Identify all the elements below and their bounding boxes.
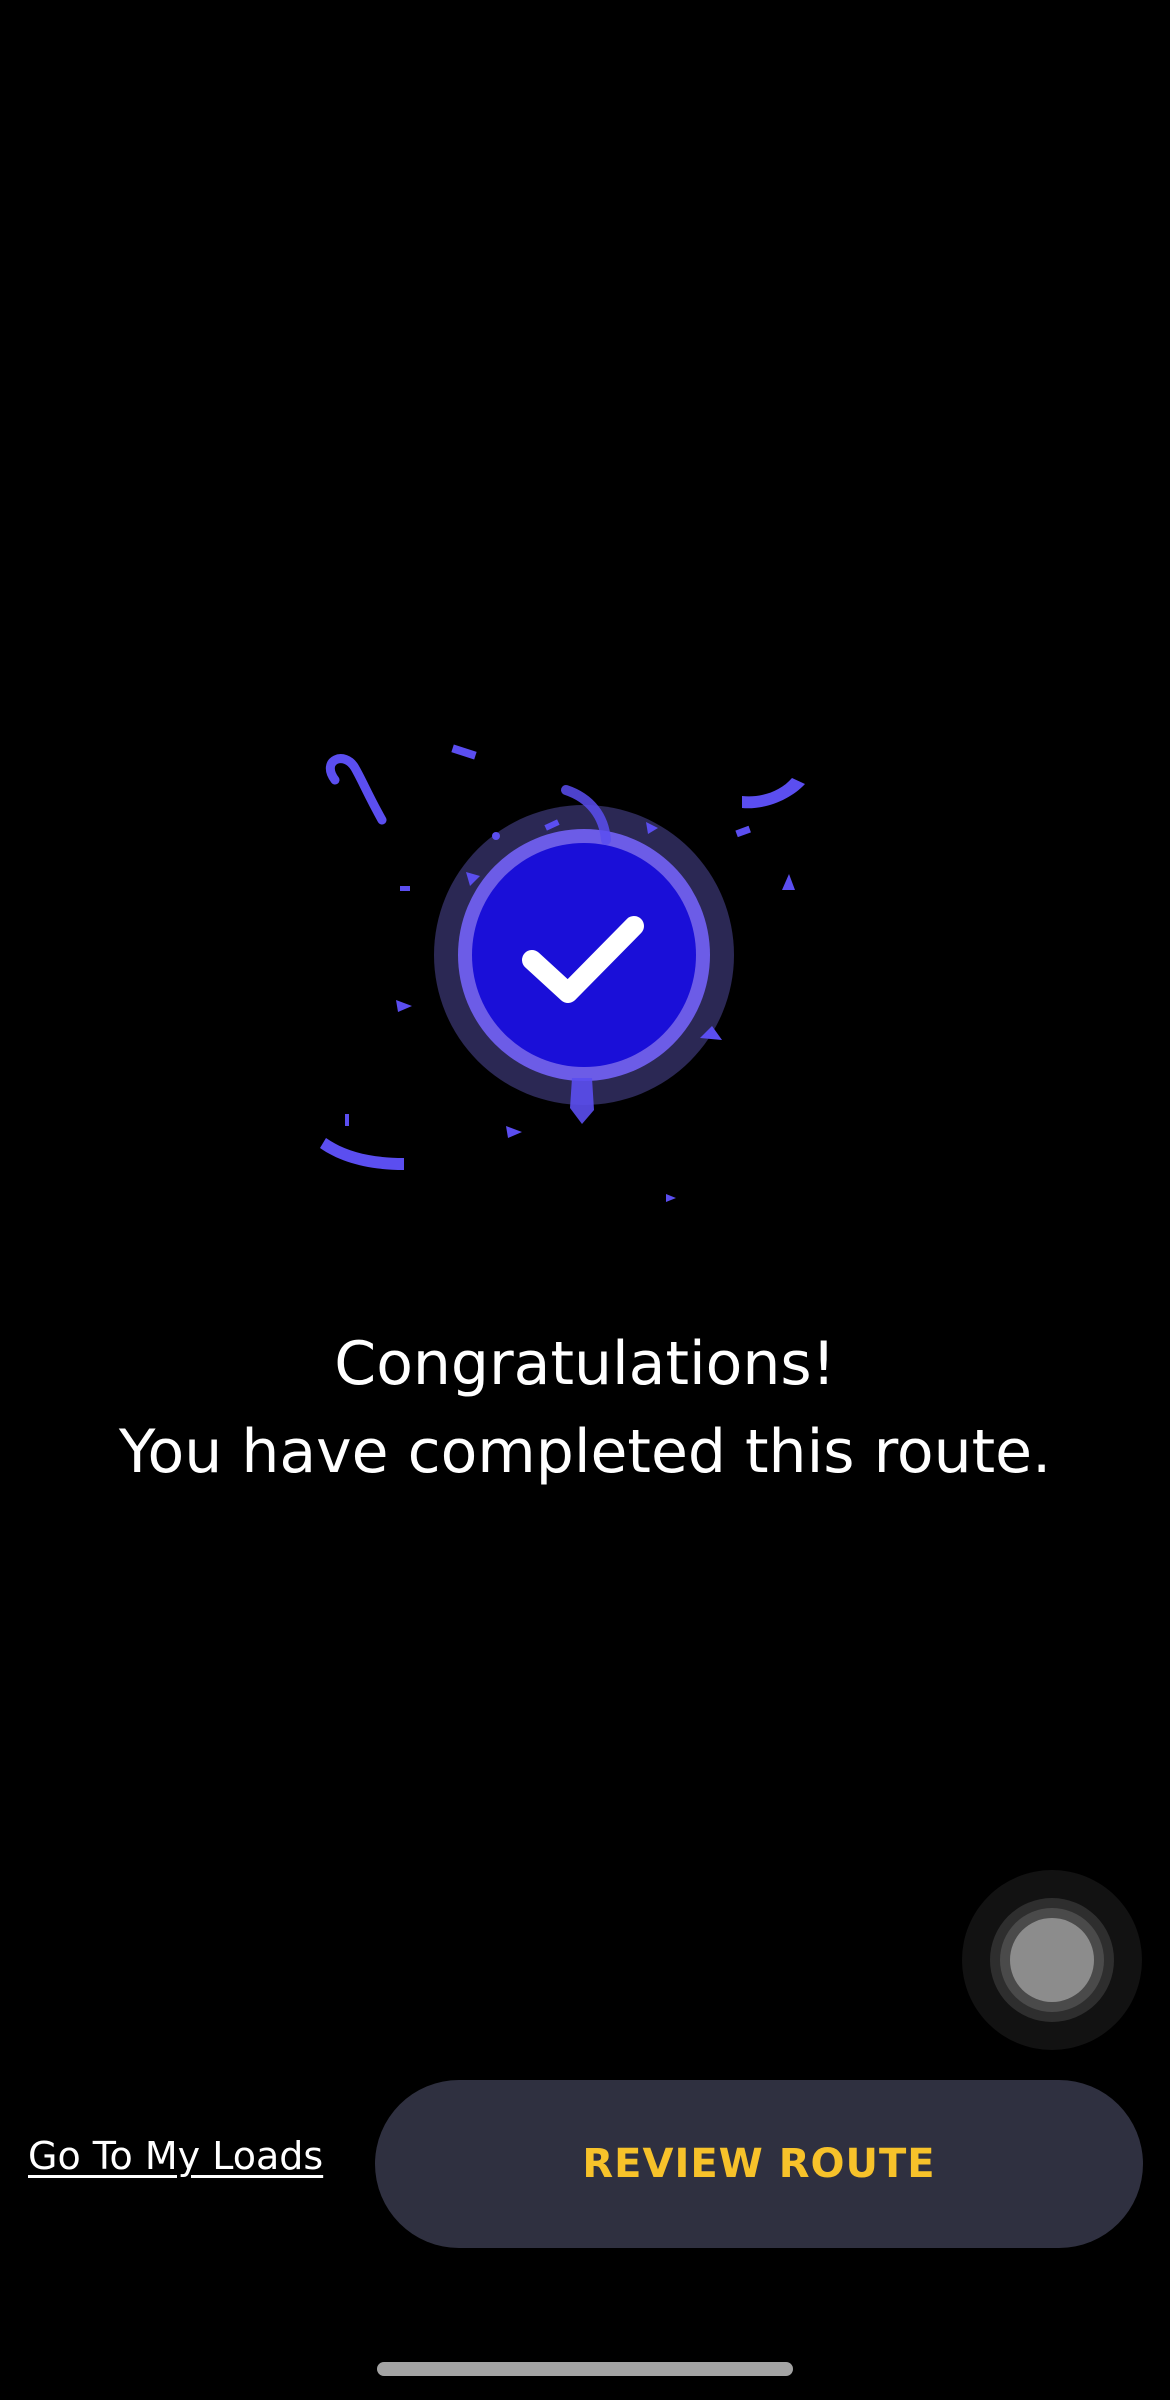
confetti-piece (735, 825, 751, 838)
route-completed-text: You have completed this route. (118, 1417, 1052, 1487)
review-route-label: REVIEW ROUTE (582, 2141, 936, 2187)
confetti-ribbon (742, 778, 805, 809)
completion-message: Congratulations! You have completed this… (0, 1320, 1170, 1496)
confetti-piece (400, 886, 410, 891)
confetti-triangle (666, 1194, 676, 1202)
confetti-arc (320, 1138, 404, 1170)
confetti-curl (325, 754, 387, 825)
assistive-touch-knob (1010, 1918, 1094, 2002)
badge-disc (472, 843, 696, 1067)
home-indicator[interactable] (377, 2362, 793, 2376)
congratulations-heading: Congratulations! (334, 1329, 836, 1399)
completion-screen: Congratulations! You have completed this… (0, 0, 1170, 2400)
confetti-ribbon (570, 1078, 594, 1124)
review-route-button[interactable]: REVIEW ROUTE (375, 2080, 1143, 2248)
confetti-triangle (782, 874, 795, 890)
confetti-triangle (506, 1126, 522, 1138)
confetti-piece (345, 1114, 349, 1126)
confetti-piece (451, 744, 477, 760)
confetti-triangle (396, 1000, 412, 1012)
assistive-touch-icon[interactable] (962, 1870, 1142, 2050)
confetti-dot (492, 832, 500, 840)
success-celebration (320, 744, 805, 1202)
go-to-my-loads-link[interactable]: Go To My Loads (28, 2134, 323, 2178)
